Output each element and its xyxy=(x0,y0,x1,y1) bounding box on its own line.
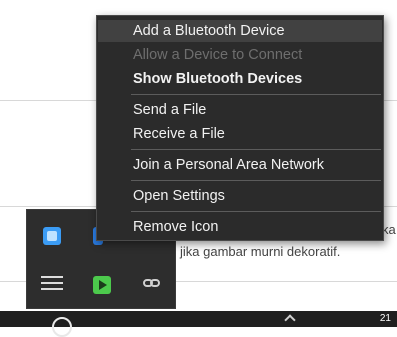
media-green-icon[interactable] xyxy=(93,276,111,294)
menu-item-join-pan[interactable]: Join a Personal Area Network xyxy=(98,154,382,176)
menu-item-open-settings[interactable]: Open Settings xyxy=(98,185,382,207)
menu-item-send-file[interactable]: Send a File xyxy=(98,99,382,121)
menu-separator xyxy=(131,211,381,212)
menu-separator xyxy=(131,180,381,181)
menu-item-receive-file[interactable]: Receive a File xyxy=(98,123,382,145)
taskbar: 21 xyxy=(0,311,397,337)
menu-item-allow-device-connect: Allow a Device to Connect xyxy=(133,47,303,63)
taskbar-clock[interactable]: 21 xyxy=(380,313,391,324)
menu-item-add-bluetooth-device[interactable]: Add a Bluetooth Device xyxy=(98,20,382,42)
search-icon[interactable] xyxy=(52,317,72,337)
document-text: ka xyxy=(382,222,396,237)
chevron-up-icon[interactable] xyxy=(284,314,296,326)
menu-separator xyxy=(131,94,381,95)
document-text: jika gambar murni dekoratif. xyxy=(180,244,341,259)
menu-item-show-bluetooth-devices[interactable]: Show Bluetooth Devices xyxy=(98,68,382,90)
app-blue-icon[interactable] xyxy=(43,227,61,245)
menu-item-remove-icon[interactable]: Remove Icon xyxy=(98,216,382,238)
link-icon[interactable] xyxy=(143,276,161,290)
menu-separator xyxy=(131,149,381,150)
playlist-icon[interactable] xyxy=(41,276,63,294)
bluetooth-context-menu: Add a Bluetooth Device Allow a Device to… xyxy=(96,15,384,241)
